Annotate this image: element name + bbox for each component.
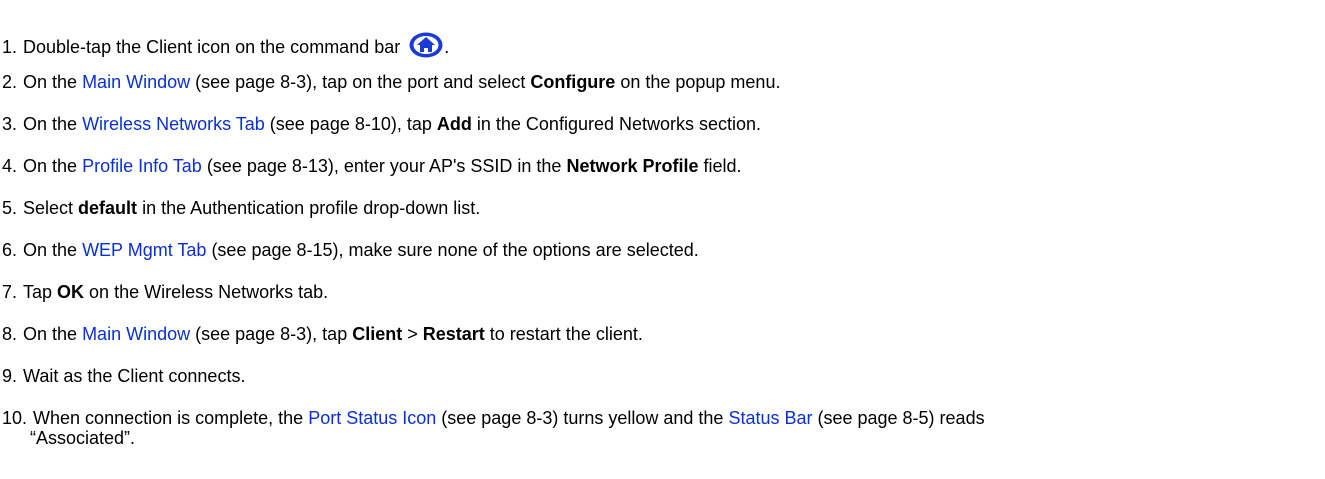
- step-number: 10.: [2, 408, 28, 428]
- step-text-end: .: [444, 37, 450, 57]
- step-text: on the popup menu.: [615, 72, 781, 92]
- step-text: (see page 8-5) reads: [812, 408, 985, 428]
- step-text: On the: [23, 324, 83, 344]
- step-text: Wait as the Client connects.: [23, 366, 246, 386]
- wep-mgmt-tab-link[interactable]: WEP Mgmt Tab: [82, 240, 206, 260]
- step-text: On the: [23, 240, 83, 260]
- step-number: 9.: [2, 366, 18, 386]
- step-text: Double-tap the Client icon on the comman…: [23, 37, 401, 57]
- step-text: When connection is complete, the: [33, 408, 309, 428]
- step-10-continuation: “Associated”.: [30, 428, 136, 448]
- step-text: to restart the client.: [484, 324, 643, 344]
- step-text: On the: [23, 156, 83, 176]
- step-3: 3. On the Wireless Networks Tab (see page…: [2, 114, 761, 135]
- step-number: 8.: [2, 324, 18, 344]
- step-number: 5.: [2, 198, 18, 218]
- step-bold: default: [78, 198, 138, 218]
- step-text: Tap: [23, 282, 58, 302]
- step-5: 5. Select default in the Authentication p…: [2, 198, 480, 219]
- step-text: On the: [23, 114, 83, 134]
- step-text: (see page 8-15), make sure none of the o…: [206, 240, 699, 260]
- step-text: (see page 8-3) turns yellow and the: [436, 408, 729, 428]
- step-bold: Client: [352, 324, 403, 344]
- step-text: (see page 8-13), enter your AP's SSID in…: [201, 156, 567, 176]
- step-bold: OK: [57, 282, 85, 302]
- step-1: 1. Double-tap the Client icon on the comm…: [2, 31, 449, 59]
- step-4: 4. On the Profile Info Tab (see page 8-13…: [2, 156, 742, 177]
- step-text: On the: [23, 72, 83, 92]
- step-text: Select: [23, 198, 79, 218]
- step-bold: Network Profile: [566, 156, 699, 176]
- step-10: 10. When connection is complete, the Port…: [2, 408, 985, 429]
- main-window-link[interactable]: Main Window: [82, 324, 190, 344]
- step-text: >: [402, 324, 423, 344]
- step-7: 7. Tap OK on the Wireless Networks tab.: [2, 282, 328, 303]
- step-text: field.: [698, 156, 742, 176]
- step-number: 1.: [2, 37, 18, 57]
- step-bold: Restart: [422, 324, 485, 344]
- port-status-icon-link[interactable]: Port Status Icon: [308, 408, 436, 428]
- step-text: (see page 8-3), tap: [190, 324, 353, 344]
- step-number: 3.: [2, 114, 18, 134]
- step-8: 8. On the Main Window (see page 8-3), tap…: [2, 324, 643, 345]
- step-text: (see page 8-3), tap on the port and sele…: [190, 72, 531, 92]
- profile-info-tab-link[interactable]: Profile Info Tab: [82, 156, 202, 176]
- status-bar-link[interactable]: Status Bar: [728, 408, 812, 428]
- main-window-link[interactable]: Main Window: [82, 72, 190, 92]
- step-number: 4.: [2, 156, 18, 176]
- step-text: in the Authentication profile drop-down …: [137, 198, 481, 218]
- step-bold: Add: [436, 114, 472, 134]
- step-9: 9. Wait as the Client connects.: [2, 366, 245, 387]
- step-text: on the Wireless Networks tab.: [84, 282, 329, 302]
- wireless-networks-tab-link[interactable]: Wireless Networks Tab: [82, 114, 265, 134]
- step-bold: Configure: [530, 72, 616, 92]
- client-home-icon: [408, 31, 444, 59]
- step-number: 2.: [2, 72, 18, 92]
- step-6: 6. On the WEP Mgmt Tab (see page 8-15), m…: [2, 240, 699, 261]
- step-number: 7.: [2, 282, 18, 302]
- step-text: (see page 8-10), tap: [264, 114, 437, 134]
- step-2: 2. On the Main Window (see page 8-3), tap…: [2, 72, 780, 93]
- step-number: 6.: [2, 240, 18, 260]
- step-text: in the Configured Networks section.: [471, 114, 762, 134]
